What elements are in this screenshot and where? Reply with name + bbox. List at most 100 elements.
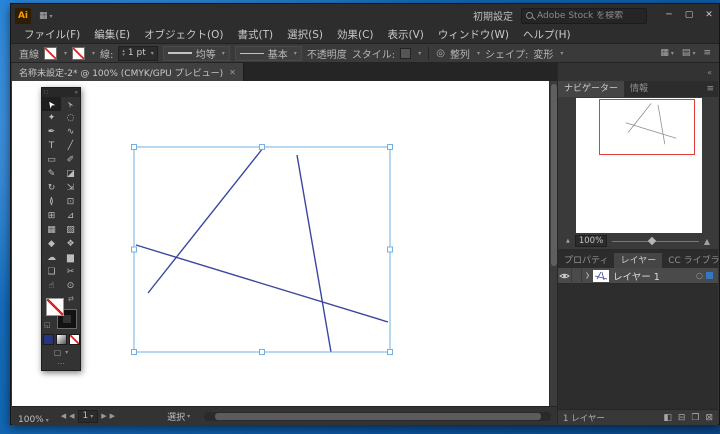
vertical-scrollbar[interactable]	[549, 81, 557, 406]
zoom-out-icon[interactable]: ▲	[566, 238, 570, 244]
gradient-tool[interactable]: ▨	[61, 223, 80, 237]
eye-icon[interactable]	[558, 268, 572, 284]
dock-grid-icon[interactable]: ▦▾	[660, 48, 674, 58]
align-link[interactable]: 整列	[450, 46, 470, 61]
horizontal-scrollbar[interactable]	[204, 412, 551, 421]
menu-表示(V)[interactable]: 表示(V)	[381, 27, 431, 44]
tools-panel-header[interactable]: ∷ »	[42, 88, 80, 97]
tab-info[interactable]: 情報	[624, 81, 654, 97]
stock-search[interactable]	[521, 8, 647, 24]
chevron-down-icon[interactable]: ▾	[92, 50, 95, 57]
tab-layers[interactable]: レイヤー	[614, 253, 662, 268]
gradient-button[interactable]	[56, 334, 67, 345]
zoom-in-icon[interactable]: ▲	[704, 237, 710, 246]
width-tool[interactable]: ≬	[42, 195, 61, 209]
prev-artboard-button[interactable]: ◀	[69, 412, 74, 420]
status-display[interactable]: 選択▾	[167, 410, 190, 423]
layer-thumbnail[interactable]	[593, 270, 609, 282]
artboard-canvas[interactable]	[12, 81, 549, 406]
layer-name[interactable]: レイヤー 1	[613, 269, 696, 283]
color-button[interactable]	[43, 334, 54, 345]
new-layer-icon[interactable]: ❐	[691, 413, 699, 423]
eraser-tool[interactable]: ◪	[61, 167, 80, 181]
opacity-link[interactable]: 不透明度	[307, 46, 347, 61]
close-tab-icon[interactable]: ✕	[229, 68, 236, 77]
chevron-down-icon[interactable]: ▾	[560, 50, 563, 57]
expand-arrow-icon[interactable]: ❯	[582, 272, 593, 279]
scale-tool[interactable]: ⇲	[61, 181, 80, 195]
delete-layer-icon[interactable]: ⊠	[705, 413, 713, 423]
type-tool[interactable]: T	[42, 139, 61, 153]
maximize-button[interactable]: ▢	[679, 4, 699, 27]
chevron-down-icon[interactable]: ▾	[151, 50, 154, 57]
chevron-down-icon[interactable]: ▾	[477, 50, 480, 57]
lasso-tool[interactable]: ◌	[61, 111, 80, 125]
target-circle-icon[interactable]: ○	[696, 271, 703, 280]
lock-cell[interactable]	[572, 268, 582, 284]
navigator-preview[interactable]	[576, 98, 702, 233]
none-button[interactable]	[69, 334, 80, 345]
zoom-tool[interactable]: ⊙	[61, 279, 80, 293]
line-segment-tool[interactable]: ╱	[61, 139, 80, 153]
perspective-grid-tool[interactable]: ⊿	[61, 209, 80, 223]
search-input[interactable]	[537, 11, 642, 21]
artboard-number-field[interactable]: 1▾	[78, 410, 99, 423]
menu-編集(E)[interactable]: 編集(E)	[87, 27, 137, 44]
tab-properties[interactable]: プロパティ	[558, 253, 614, 268]
first-artboard-button[interactable]: ◀	[61, 412, 66, 420]
chevron-down-icon[interactable]: ▾	[64, 50, 67, 57]
brush-definition-dropdown[interactable]: 基本 ▾	[235, 46, 302, 61]
free-transform-tool[interactable]: ⊡	[61, 195, 80, 209]
fill-proxy-swatch[interactable]	[46, 298, 64, 316]
stroke-weight-field[interactable]: ▴▾ 1 pt ▾	[118, 46, 157, 61]
stroke-color-swatch[interactable]	[72, 47, 85, 60]
collapse-toolbar-icon[interactable]: »	[74, 88, 78, 97]
navigator-zoom-value[interactable]: 100%	[575, 235, 607, 247]
magic-wand-tool[interactable]: ✦	[42, 111, 61, 125]
next-artboard-button[interactable]: ▶	[101, 412, 106, 420]
artboard-tool[interactable]: ❏	[42, 265, 61, 279]
blend-tool[interactable]: ❖	[61, 237, 80, 251]
menu-オブジェクト(O)[interactable]: オブジェクト(O)	[137, 27, 230, 44]
shape-builder-tool[interactable]: ⊞	[42, 209, 61, 223]
layer-row[interactable]: ❯ レイヤー 1 ○	[558, 268, 718, 284]
horizontal-scrollbar-thumb[interactable]	[215, 413, 541, 420]
make-mask-icon[interactable]: ◧	[663, 413, 672, 423]
draw-mode-icon[interactable]: ▢	[54, 348, 62, 357]
curvature-tool[interactable]: ∿	[61, 125, 80, 139]
last-artboard-button[interactable]: ▶	[110, 412, 115, 420]
edit-toolbar-icon[interactable]: ⋯	[42, 359, 80, 370]
document-tab[interactable]: 名称未設定-2* @ 100% (CMYK/GPU プレビュー) ✕	[12, 63, 244, 81]
view-rectangle[interactable]	[599, 99, 695, 155]
menu-選択(S)[interactable]: 選択(S)	[280, 27, 330, 44]
slice-tool[interactable]: ✂	[61, 265, 80, 279]
tab-navigator[interactable]: ナビゲーター	[558, 81, 624, 97]
close-button[interactable]: ✕	[699, 4, 719, 27]
rectangle-tool[interactable]: ▭	[42, 153, 61, 167]
panel-menu-icon[interactable]: ≡	[706, 81, 718, 97]
workspace-switcher[interactable]: 初期設定	[473, 8, 513, 23]
style-swatch[interactable]	[400, 48, 411, 59]
collapse-panels-icon[interactable]: «	[707, 68, 712, 77]
pen-tool[interactable]: ✒	[42, 125, 61, 139]
arrange-documents-icon[interactable]: ▦▾	[39, 11, 53, 21]
menu-ウィンドウ(W)[interactable]: ウィンドウ(W)	[431, 27, 516, 44]
zoom-slider[interactable]	[612, 241, 699, 242]
menu-効果(C)[interactable]: 効果(C)	[330, 27, 381, 44]
fill-swatch[interactable]	[44, 47, 57, 60]
chevron-down-icon[interactable]: ▾	[418, 50, 421, 57]
new-sublayer-icon[interactable]: ⊟	[678, 413, 686, 423]
swap-fill-stroke-icon[interactable]: ⇄	[68, 295, 74, 303]
eyedropper-tool[interactable]: ◆	[42, 237, 61, 251]
dock-rows-icon[interactable]: ▤▾	[682, 48, 696, 58]
minimize-button[interactable]: ─	[659, 4, 679, 27]
menu-ヘルプ(H)[interactable]: ヘルプ(H)	[516, 27, 578, 44]
transform-link[interactable]: 変形	[533, 46, 553, 61]
selection-tool[interactable]: ➤	[42, 97, 61, 111]
pencil-tool[interactable]: ✎	[42, 167, 61, 181]
statusbar-zoom[interactable]: 100%▾	[18, 407, 49, 426]
app-logo[interactable]: Ai	[15, 8, 31, 24]
column-graph-tool[interactable]: ▆	[61, 251, 80, 265]
control-panel-menu-icon[interactable]: ≡	[703, 48, 711, 58]
stepper-arrows-icon[interactable]: ▴▾	[122, 49, 125, 57]
